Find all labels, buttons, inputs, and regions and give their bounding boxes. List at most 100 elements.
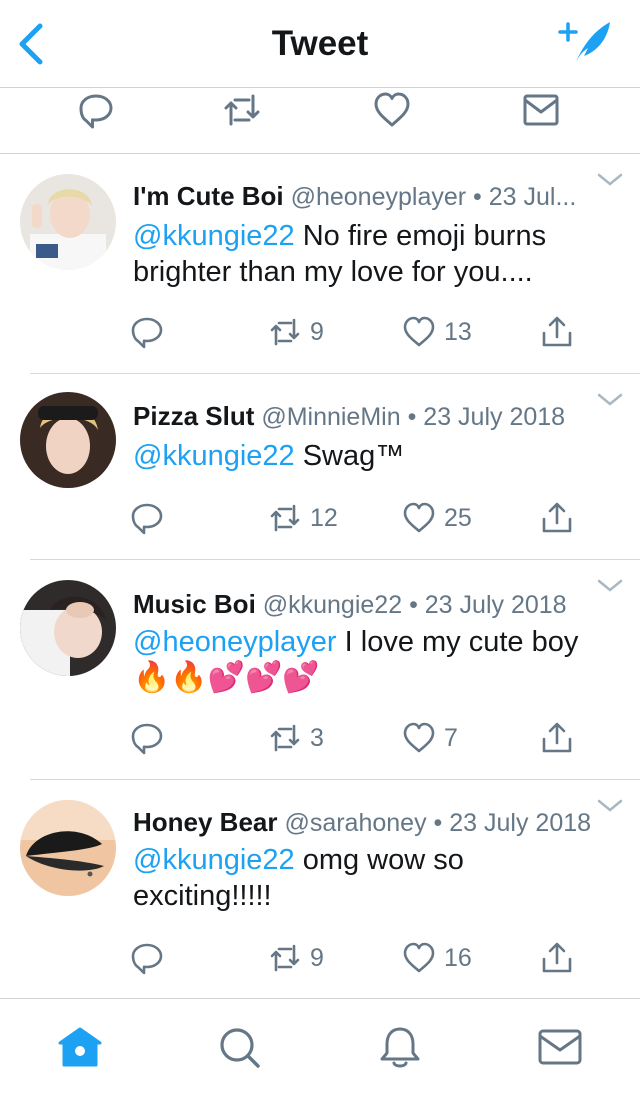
tweet-actions: 12 25 (0, 498, 640, 538)
retweet-button[interactable]: 9 (268, 938, 324, 978)
like-button[interactable]: 25 (402, 498, 472, 538)
bottom-tab-bar (0, 998, 640, 1095)
retweet-icon (270, 944, 300, 972)
like-icon (403, 316, 435, 347)
share-button[interactable] (540, 718, 574, 758)
like-icon (403, 722, 435, 753)
like-count: 7 (444, 723, 458, 752)
share-button[interactable] (540, 938, 574, 978)
user-name[interactable]: Honey Bear (133, 807, 278, 837)
user-handle[interactable]: @MinnieMin (261, 403, 400, 431)
tweet-item[interactable]: Honey Bear @sarahoney • 23 July 2018 @kk… (0, 780, 640, 998)
avatar[interactable] (20, 580, 116, 676)
like-count: 25 (444, 503, 472, 532)
messages-icon[interactable] (536, 1025, 584, 1071)
reply-icon (131, 723, 163, 755)
user-handle[interactable]: @heoneyplayer (291, 183, 467, 211)
user-name[interactable]: Pizza Slut (133, 401, 254, 431)
retweet-icon (270, 724, 300, 752)
reply-button[interactable] (130, 498, 164, 538)
retweet-icon[interactable] (222, 90, 262, 130)
page-title: Tweet (271, 24, 369, 63)
reply-icon (131, 317, 163, 349)
share-icon (542, 502, 572, 533)
tweet-text: @kkungie22 omg wow so exciting!!!!! (133, 842, 490, 914)
user-name[interactable]: I'm Cute Boi (133, 181, 284, 211)
tweet-actions: 3 7 (0, 718, 640, 758)
reply-icon (131, 943, 163, 975)
retweet-button[interactable]: 3 (268, 718, 324, 758)
notifications-icon[interactable] (376, 1025, 424, 1071)
mention-link[interactable]: @kkungie22 (133, 440, 295, 472)
like-button[interactable]: 13 (402, 312, 472, 352)
like-icon (403, 942, 435, 973)
like-count: 13 (444, 317, 472, 346)
tweet-text: @heoneyplayer I love my cute boy 🔥🔥💕💕💕 (133, 624, 604, 696)
reply-icon[interactable] (76, 90, 116, 130)
retweet-count: 3 (310, 723, 324, 752)
compose-tweet-icon[interactable] (558, 18, 614, 66)
tweet-header: Pizza Slut @MinnieMin • 23 July 2018 (133, 400, 596, 433)
share-icon (542, 942, 572, 973)
share-icon (542, 316, 572, 347)
like-icon[interactable] (372, 90, 412, 130)
reply-icon (131, 503, 163, 535)
mention-link[interactable]: @kkungie22 (133, 220, 295, 252)
user-handle[interactable]: @kkungie22 (263, 591, 402, 619)
like-icon (403, 502, 435, 533)
separator-dot: • (473, 183, 482, 211)
separator-dot: • (409, 591, 418, 619)
chevron-down-icon[interactable] (596, 578, 624, 594)
mention-link[interactable]: @heoneyplayer (133, 626, 337, 658)
chevron-down-icon[interactable] (596, 392, 624, 408)
retweet-icon (270, 504, 300, 532)
like-count: 16 (444, 943, 472, 972)
emoji-row: 🔥🔥💕💕💕 (133, 661, 320, 694)
reply-button[interactable] (130, 718, 164, 758)
share-button[interactable] (540, 312, 574, 352)
navigation-bar: Tweet (0, 0, 640, 88)
tweet-header: Music Boi @kkungie22 • 23 July 2018 (133, 588, 596, 621)
retweet-button[interactable]: 12 (268, 498, 338, 538)
reply-button[interactable] (130, 938, 164, 978)
retweet-count: 9 (310, 317, 324, 346)
tweet-text: @kkungie22 No fire emoji burns brighter … (133, 218, 604, 290)
user-handle[interactable]: @sarahoney (284, 809, 426, 837)
separator-dot: • (433, 809, 443, 837)
timestamp: 23 July 2018 (449, 809, 592, 837)
tweet-item[interactable]: I'm Cute Boi @heoneyplayer • 23 Jul... @… (0, 154, 640, 374)
tweet-item[interactable]: Pizza Slut @MinnieMin • 23 July 2018 @kk… (0, 374, 640, 560)
like-button[interactable]: 16 (402, 938, 472, 978)
timestamp: 23 Jul... (488, 183, 577, 211)
avatar[interactable] (20, 392, 116, 488)
chevron-down-icon[interactable] (596, 798, 624, 814)
timestamp: 23 July 2018 (424, 591, 567, 619)
tweet-header: I'm Cute Boi @heoneyplayer • 23 Jul... (133, 180, 596, 213)
separator-dot: • (407, 403, 417, 431)
mention-link[interactable]: @kkungie22 (133, 844, 295, 876)
retweet-button[interactable]: 9 (268, 312, 324, 352)
share-icon (542, 722, 572, 753)
main-tweet-actions (0, 88, 640, 154)
avatar[interactable] (20, 800, 116, 896)
like-button[interactable]: 7 (402, 718, 458, 758)
user-name[interactable]: Music Boi (133, 589, 256, 619)
avatar[interactable] (20, 174, 116, 270)
tweet-header: Honey Bear @sarahoney • 23 July 2018 (133, 806, 596, 839)
share-button[interactable] (540, 498, 574, 538)
search-icon[interactable] (216, 1025, 264, 1071)
tweet-actions: 9 16 (0, 938, 640, 978)
tweet-actions: 9 13 (0, 312, 640, 352)
chevron-down-icon[interactable] (596, 172, 624, 188)
direct-message-icon[interactable] (521, 90, 561, 130)
timestamp: 23 July 2018 (423, 403, 566, 431)
tweet-text: @kkungie22 Swag™ (133, 438, 604, 474)
tweet-body-text: Swag™ (294, 440, 405, 472)
tweet-item[interactable]: Music Boi @kkungie22 • 23 July 2018 @heo… (0, 560, 640, 780)
reply-button[interactable] (130, 312, 164, 352)
home-icon[interactable] (56, 1025, 104, 1071)
tweet-body-text: I love my cute boy (336, 626, 579, 658)
retweet-count: 9 (310, 943, 324, 972)
retweet-count: 12 (310, 503, 338, 532)
retweet-icon (270, 318, 300, 346)
